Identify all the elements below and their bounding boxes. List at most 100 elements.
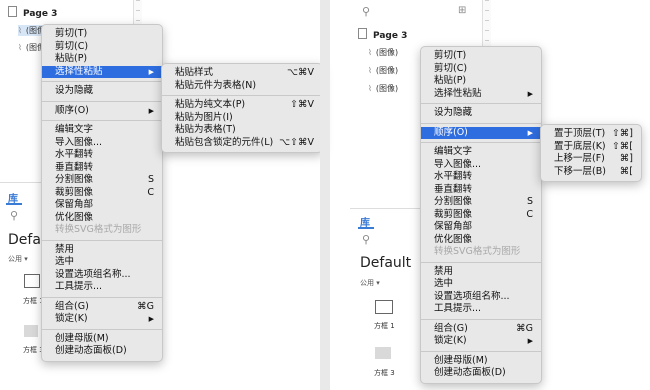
menu-item-send-backward[interactable]: 下移一层(B) ⌘[ <box>541 166 641 179</box>
search-icon[interactable]: ⚲ <box>10 209 18 222</box>
frame-widget[interactable] <box>24 325 38 337</box>
menu-item-import-image[interactable]: 导入图像... <box>421 159 541 172</box>
menu-item-disable[interactable]: 禁用 <box>421 266 541 279</box>
menu-item-create-dynamic-panel[interactable]: 创建动态面板(D) <box>421 367 541 380</box>
menu-item-split-image[interactable]: 分割图像 S <box>42 174 162 187</box>
page-icon <box>8 6 17 17</box>
menu-item-keep-corners[interactable]: 保留角部 <box>421 221 541 234</box>
submenu-arrow-icon: ▶ <box>148 67 154 76</box>
menu-item-import-image[interactable]: 导入图像... <box>42 137 162 150</box>
page-item[interactable]: Page 3 <box>358 28 407 41</box>
menu-item-keep-corners[interactable]: 保留角部 <box>42 199 162 212</box>
submenu-arrow-icon: ▶ <box>527 337 533 345</box>
frame-widget[interactable] <box>375 300 393 314</box>
menu-item-flip-horizontal[interactable]: 水平翻转 <box>42 149 162 162</box>
menu-item-optimize-image[interactable]: 优化图像 <box>421 234 541 247</box>
menu-item-lock[interactable]: 锁定(K) ▶ <box>421 335 541 348</box>
menu-item-edit-text[interactable]: 编辑文字 <box>42 124 162 137</box>
add-page-icon[interactable]: ⊞ <box>458 5 466 16</box>
menu-item-cut[interactable]: 剪切(T) <box>421 50 541 63</box>
menu-item-paste-as-table[interactable]: 粘贴为表格(T) <box>162 124 322 137</box>
paste-special-submenu: 粘贴样式 ⌥⌘V 粘贴元件为表格(N) 粘贴为纯文本(P) ⇧⌘V 粘贴为图片(I)… <box>161 63 323 153</box>
search-icon[interactable]: ⚲ <box>362 233 370 246</box>
menu-separator <box>421 122 541 124</box>
menu-item-hide[interactable]: 设为隐藏 <box>421 107 541 120</box>
image-icon: ⌇ <box>368 48 372 57</box>
menu-item-select[interactable]: 选中 <box>421 278 541 291</box>
outline-image-item[interactable]: ⌇ (图像) <box>368 47 398 58</box>
menu-item-paste-as-table-elements[interactable]: 粘贴元件为表格(N) <box>162 80 322 93</box>
shortcut: S <box>526 196 533 207</box>
menu-item-select[interactable]: 选中 <box>42 256 162 269</box>
menu-item-flip-vertical[interactable]: 垂直翻转 <box>42 162 162 175</box>
split-divider <box>320 0 330 390</box>
menu-separator <box>42 100 162 102</box>
menu-item-crop-image[interactable]: 裁剪图像 C <box>42 187 162 200</box>
library-filter[interactable]: 公用 ▾ <box>8 254 28 264</box>
image-icon: ⌇ <box>368 84 372 93</box>
menu-item-paste-special[interactable]: 选择性粘贴 ▶ <box>421 88 541 101</box>
shortcut: ⇧⌘] <box>611 128 633 139</box>
shortcut: ⌘[ <box>619 165 633 177</box>
library-title[interactable]: Default <box>360 255 411 271</box>
menu-item-set-group-name[interactable]: 设置选项组名称... <box>421 291 541 304</box>
menu-separator <box>42 81 162 82</box>
frame-widget[interactable] <box>24 274 40 288</box>
menu-separator <box>42 328 162 330</box>
menu-item-paste-special[interactable]: 选择性粘贴 ▶ <box>42 65 162 78</box>
menu-separator <box>421 350 541 352</box>
submenu-arrow-icon: ▶ <box>527 89 533 98</box>
menu-item-paste-with-locked[interactable]: 粘贴包含锁定的元件(L) ⌥⇧⌘V <box>162 137 322 150</box>
menu-item-cut[interactable]: 剪切(T) <box>42 28 162 41</box>
menu-item-copy[interactable]: 剪切(C) <box>421 63 541 76</box>
frame-label: 方框 1 <box>374 322 395 330</box>
menu-item-order[interactable]: 顺序(O) ▶ <box>421 126 541 139</box>
menu-item-create-dynamic-panel[interactable]: 创建动态面板(D) <box>42 345 162 358</box>
menu-item-create-master[interactable]: 创建母版(M) <box>42 333 162 346</box>
order-submenu: 置于顶层(T) ⇧⌘] 置于底层(K) ⇧⌘[ 上移一层(F) ⌘] 下移一层(B) ⌘… <box>540 124 642 182</box>
menu-item-group[interactable]: 组合(G) ⌘G <box>421 323 541 336</box>
frame-widget[interactable] <box>375 347 391 359</box>
outline-image-item[interactable]: ⌇ (图像) <box>368 83 398 94</box>
menu-item-tooltip[interactable]: 工具提示... <box>42 281 162 294</box>
menu-item-hide[interactable]: 设为隐藏 <box>42 85 162 98</box>
menu-item-paste-plain-text[interactable]: 粘贴为纯文本(P) ⇧⌘V <box>162 99 322 112</box>
menu-item-paste-as-image[interactable]: 粘贴为图片(I) <box>162 112 322 125</box>
menu-item-group[interactable]: 组合(G) ⌘G <box>42 301 162 314</box>
menu-item-paste[interactable]: 粘贴(P) <box>421 75 541 88</box>
menu-item-set-group-name[interactable]: 设置选项组名称... <box>42 269 162 282</box>
menu-item-optimize-image[interactable]: 优化图像 <box>42 212 162 225</box>
menu-item-convert-svg: 转换SVG格式为图形 <box>434 246 521 257</box>
menu-separator <box>421 318 541 320</box>
shortcut: ⇧⌘[ <box>611 140 633 152</box>
menu-item-crop-image[interactable]: 裁剪图像 C <box>421 209 541 222</box>
menu-item-bring-to-front[interactable]: 置于顶层(T) ⇧⌘] <box>541 128 641 141</box>
context-menu: 剪切(T) 剪切(C) 粘贴(P) 选择性粘贴 ▶ 设为隐藏 顺序(O) ▶ 编辑文… <box>41 24 163 362</box>
page-item[interactable]: Page 3 <box>8 6 57 19</box>
menu-item-bring-forward[interactable]: 上移一层(F) ⌘] <box>541 153 641 166</box>
menu-item-tooltip[interactable]: 工具提示... <box>421 303 541 316</box>
image-icon: ⌇ <box>18 43 22 52</box>
menu-item-lock[interactable]: 锁定(K) ▶ <box>42 313 162 326</box>
menu-item-create-master[interactable]: 创建母版(M) <box>421 355 541 368</box>
menu-item-flip-vertical[interactable]: 垂直翻转 <box>421 184 541 197</box>
menu-item-split-image[interactable]: 分割图像 S <box>421 196 541 209</box>
menu-item-paste-style[interactable]: 粘贴样式 ⌥⌘V <box>162 67 322 80</box>
menu-item-disable[interactable]: 禁用 <box>42 244 162 257</box>
search-icon[interactable]: ⚲ <box>362 5 370 18</box>
menu-item-edit-text[interactable]: 编辑文字 <box>421 146 541 159</box>
menu-item-convert-svg: 转换SVG格式为图形 <box>55 224 142 235</box>
shortcut: C <box>147 186 154 198</box>
submenu-arrow-icon: ▶ <box>527 128 533 137</box>
shortcut: ⌥⇧⌘V <box>279 136 314 148</box>
outline-image-item[interactable]: ⌇ (图像) <box>368 65 398 76</box>
shortcut: S <box>147 174 154 185</box>
menu-item-flip-horizontal[interactable]: 水平翻转 <box>421 171 541 184</box>
menu-item-paste[interactable]: 粘贴(P) <box>42 53 162 66</box>
menu-item-copy[interactable]: 剪切(C) <box>42 41 162 54</box>
menu-item-send-to-back[interactable]: 置于底层(K) ⇧⌘[ <box>541 141 641 154</box>
submenu-arrow-icon: ▶ <box>148 315 154 323</box>
library-filter[interactable]: 公用 ▾ <box>360 278 380 288</box>
menu-separator <box>421 142 541 143</box>
menu-item-order[interactable]: 顺序(O) ▶ <box>42 105 162 118</box>
